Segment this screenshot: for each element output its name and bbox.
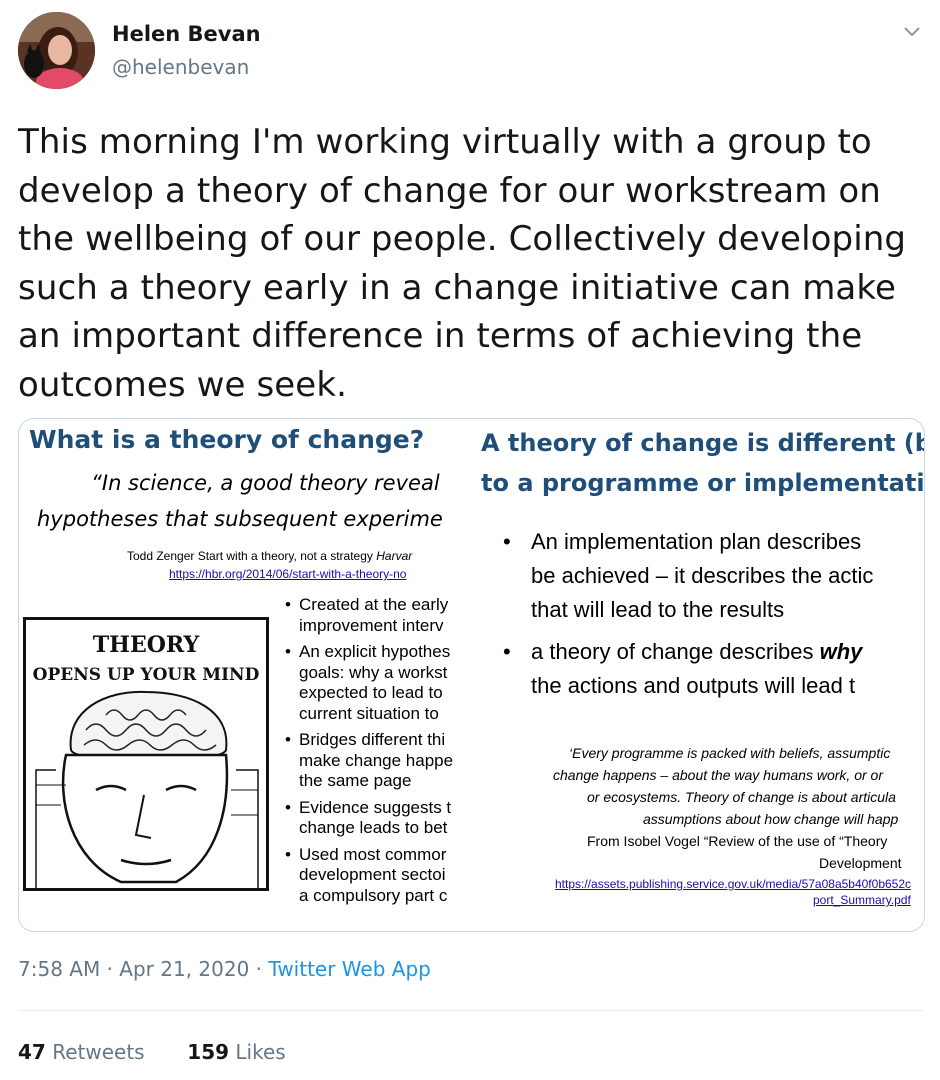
- tweet-timestamp: 7:58 AM · Apr 21, 2020 · Twitter Web App: [18, 957, 431, 981]
- slide-right-source-line2: Development: [819, 855, 902, 871]
- slide-right-link-line1: https://assets.publishing.service.gov.uk…: [555, 877, 912, 891]
- source-app-link[interactable]: Twitter Web App: [268, 957, 430, 981]
- slide-left-title: What is a theory of change?: [29, 425, 425, 454]
- slide-left-bullet: • Used most commor development sectoi a c…: [285, 844, 448, 905]
- slide-right-source-line1: From Isobel Vogel “Review of the use of …: [587, 833, 888, 849]
- slide-right-quote-line1: ‘Every programme is packed with beliefs,…: [569, 745, 891, 761]
- brain-illustration: THEORY OPENS UP YOUR MIND: [23, 617, 269, 891]
- slide-right-bullet: • a theory of change describes why the a…: [503, 639, 863, 698]
- tweet-date[interactable]: Apr 21, 2020: [119, 957, 249, 981]
- slide-left-bullet: • An explicit hypothes goals: why a works…: [285, 642, 451, 723]
- slide-left-bullet: • Created at the early improvement interv: [285, 595, 449, 635]
- slide-right-quote-line2: change happens – about the way humans wo…: [553, 767, 883, 783]
- avatar-photo: [18, 12, 95, 89]
- slide-left-bullet: • Evidence suggests t change leads to bet: [285, 797, 452, 838]
- slide-right-bullet: • An implementation plan describes be ac…: [503, 529, 874, 622]
- avatar[interactable]: [18, 12, 95, 89]
- tweet-time[interactable]: 7:58 AM: [18, 957, 100, 981]
- retweets-stat[interactable]: 47 Retweets: [18, 1040, 145, 1064]
- tweet-media[interactable]: What is a theory of change? “In science,…: [18, 418, 925, 932]
- chevron-down-icon[interactable]: [900, 22, 924, 42]
- illustration-caption-line2: OPENS UP YOUR MIND: [33, 665, 260, 685]
- divider: [18, 1010, 923, 1011]
- slide-left-bullets: • Created at the early improvement interv…: [285, 595, 453, 906]
- slide-left-quote-line1: “In science, a good theory reveal: [91, 471, 440, 495]
- author-handle[interactable]: @helenbevan: [112, 55, 249, 79]
- slide-right-link-line2: port_Summary.pdf: [813, 893, 911, 907]
- slide-left-quote-line2: hypotheses that subsequent experime: [37, 507, 443, 531]
- slide-left-citation: Todd Zenger Start with a theory, not a s…: [127, 549, 413, 563]
- slide-left[interactable]: What is a theory of change? “In science,…: [19, 419, 473, 931]
- tweet-text: This morning I'm working virtually with …: [18, 122, 907, 405]
- slide-left-bullet: • Bridges different thi make change happe…: [285, 730, 454, 790]
- illustration-caption-line1: THEORY: [93, 632, 200, 658]
- slide-right[interactable]: A theory of change is different (b to a …: [473, 419, 924, 931]
- slide-right-bullets: • An implementation plan describes be ac…: [503, 525, 873, 703]
- slide-right-title-line2: to a programme or implementati: [481, 469, 924, 497]
- tweet-stats: 47 Retweets 159 Likes: [18, 1040, 286, 1064]
- likes-stat[interactable]: 159 Likes: [187, 1040, 285, 1064]
- slide-left-link: https://hbr.org/2014/06/start-with-a-the…: [169, 567, 407, 581]
- slide-right-quote-line3: or ecosystems. Theory of change is about…: [587, 789, 896, 805]
- slide-right-quote-line4: assumptions about how change will happ: [643, 811, 899, 827]
- slide-right-title-line1: A theory of change is different (b: [481, 429, 924, 457]
- author-name[interactable]: Helen Bevan: [112, 22, 261, 46]
